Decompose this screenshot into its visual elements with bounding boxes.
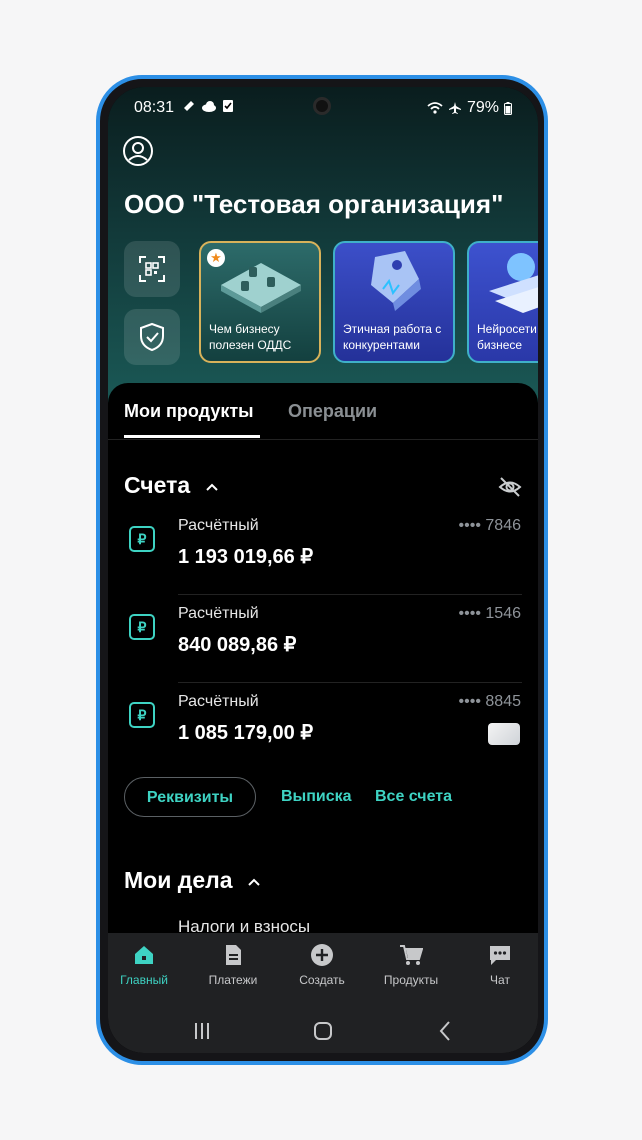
back-icon[interactable] xyxy=(434,1019,458,1043)
ruble-icon: ₽ xyxy=(129,702,155,728)
nav-label: Главный xyxy=(120,973,168,987)
plus-circle-icon xyxy=(311,944,333,966)
account-number-mask: •••• 8845 xyxy=(458,693,521,710)
all-accounts-button[interactable]: Все счета xyxy=(375,788,452,806)
checkbox-icon xyxy=(223,100,233,112)
ruble-icon: ₽ xyxy=(129,614,155,640)
active-tab-indicator xyxy=(124,435,260,438)
account-row[interactable]: ₽ Расчётный 840 089,86 ₽ •••• 1546 xyxy=(108,595,538,683)
story-card-odds[interactable]: ★ Чем бизнесу полезен ОДДС xyxy=(199,241,321,363)
security-button[interactable] xyxy=(124,309,180,365)
story-label: Нейросети бизнесе xyxy=(477,322,537,352)
account-number-mask: •••• 7846 xyxy=(458,517,521,534)
story-label: Этичная работа с конкурентами xyxy=(343,322,442,352)
battery-icon xyxy=(504,101,512,115)
cloud-icon xyxy=(202,101,216,112)
document-icon xyxy=(226,945,241,965)
statement-button[interactable]: Выписка xyxy=(281,788,352,806)
accounts-section-title: Счета xyxy=(124,472,191,498)
account-balance: 1 193 019,66 ₽ xyxy=(178,546,314,568)
nav-item-payments[interactable]: Платежи xyxy=(193,943,273,987)
account-type: Расчётный xyxy=(178,517,259,534)
profile-icon[interactable] xyxy=(122,135,154,167)
story-card-competitors[interactable]: Этичная работа с конкурентами xyxy=(333,241,455,363)
globe-illustration xyxy=(489,253,538,313)
battery-percentage: 79% xyxy=(466,99,499,116)
chevron-up-icon xyxy=(248,878,260,886)
nav-item-products[interactable]: Продукты xyxy=(371,943,451,987)
story-card-neural-networks[interactable]: Нейросети бизнесе xyxy=(467,241,538,363)
home-icon xyxy=(135,946,153,964)
front-camera xyxy=(313,97,331,115)
recent-apps-icon[interactable] xyxy=(190,1019,214,1043)
tasks-section-title: Мои дела xyxy=(124,867,233,893)
status-system-icons: 79% xyxy=(427,99,512,117)
nav-item-home[interactable]: Главный xyxy=(108,943,184,987)
wifi-icon xyxy=(427,102,443,114)
nav-item-chat[interactable]: Чат xyxy=(460,943,538,987)
nav-label: Чат xyxy=(490,973,510,987)
bank-card-icon xyxy=(488,723,520,745)
account-type: Расчётный xyxy=(178,605,259,622)
system-navigation-bar xyxy=(108,1007,538,1053)
tag-illustration xyxy=(371,251,421,311)
ruble-icon: ₽ xyxy=(129,526,155,552)
account-number-mask: •••• 1546 xyxy=(458,605,521,622)
nav-label: Продукты xyxy=(383,973,439,987)
shield-icon xyxy=(140,322,164,352)
tab-my-products[interactable]: Мои продукты xyxy=(124,401,254,422)
cart-icon xyxy=(400,945,423,965)
status-bar: 08:31 79% xyxy=(108,87,538,131)
chat-icon xyxy=(490,946,510,965)
organization-name[interactable]: ООО "Тестовая организация" xyxy=(124,189,503,220)
account-type: Расчётный xyxy=(178,693,259,710)
account-balance: 840 089,86 ₽ xyxy=(178,634,297,656)
story-label: Чем бизнесу полезен ОДДС xyxy=(209,322,292,352)
status-time: 08:31 xyxy=(134,99,175,116)
server-illustration xyxy=(221,263,301,313)
satellite-icon xyxy=(184,101,194,111)
account-balance: 1 085 179,00 ₽ xyxy=(178,722,314,744)
nav-label: Создать xyxy=(299,973,345,987)
tab-operations[interactable]: Операции xyxy=(288,401,377,422)
qr-scan-button[interactable] xyxy=(124,241,180,297)
tasks-section-header[interactable]: Мои дела xyxy=(124,867,261,894)
account-row[interactable]: ₽ Расчётный 1 193 019,66 ₽ •••• 7846 xyxy=(108,507,538,595)
bottom-navigation: Главный Платежи Создать Продукты Чат xyxy=(108,933,538,1007)
hide-balance-icon[interactable] xyxy=(498,475,522,499)
nav-item-create[interactable]: Создать xyxy=(282,943,362,987)
tab-bar: Мои продукты Операции xyxy=(108,383,538,440)
accounts-section-header[interactable]: Счета xyxy=(124,472,219,499)
nav-label: Платежи xyxy=(208,973,258,987)
chevron-up-icon xyxy=(205,483,218,491)
status-notification-icons xyxy=(182,99,234,113)
home-button-icon[interactable] xyxy=(311,1019,335,1043)
airplane-mode-icon xyxy=(448,102,461,114)
requisites-button[interactable]: Реквизиты xyxy=(124,777,256,817)
qr-code-icon xyxy=(139,256,165,282)
account-row[interactable]: ₽ Расчётный 1 085 179,00 ₽ •••• 8845 xyxy=(108,683,538,771)
app-screen: 08:31 79% ООО "Тестовая организация" ★ Ч… xyxy=(108,87,538,1053)
hero-header: 08:31 79% ООО "Тестовая организация" ★ Ч… xyxy=(108,87,538,417)
